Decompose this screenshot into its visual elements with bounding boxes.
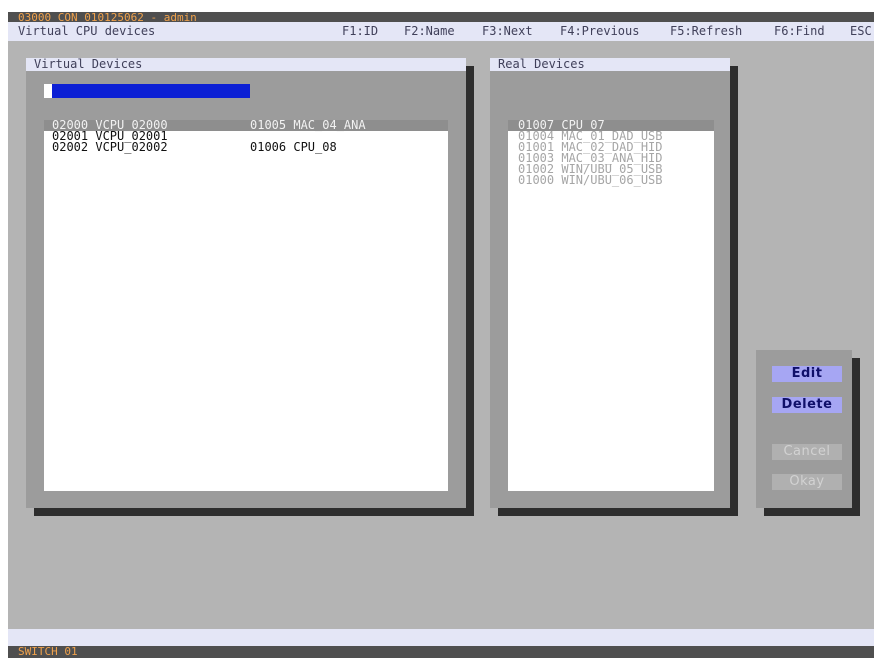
real-device-row[interactable]: 01000 WIN/UBU_06_USB [508, 173, 714, 187]
okay-button[interactable]: Okay [772, 474, 842, 490]
f1-id-key[interactable]: F1:ID [342, 22, 378, 41]
f3-next-key[interactable]: F3:Next [482, 22, 533, 41]
status-text: SWITCH 01 [18, 645, 78, 658]
cancel-button[interactable]: Cancel [772, 444, 842, 460]
f4-previous-key[interactable]: F4:Previous [560, 22, 639, 41]
screen-title: Virtual CPU devices [18, 24, 156, 38]
real-panel-title: Real Devices [490, 58, 730, 71]
virtual-device-label: 02002 VCPU_02002 [52, 140, 168, 154]
terminal-screen: 03000 CON_010125062 - admin Virtual CPU … [8, 12, 874, 658]
esc-key[interactable]: ESC [850, 22, 872, 41]
search-input[interactable] [44, 84, 250, 98]
delete-button[interactable]: Delete [772, 397, 842, 413]
assigned-device-label: 01005 MAC_04_ANA [250, 120, 366, 132]
virtual-devices-list[interactable]: 02000 VCPU_02000 01005 MAC_04_ANA 02001 … [44, 120, 448, 491]
virtual-devices-panel: Virtual Devices 02000 VCPU_02000 01005 M… [26, 58, 466, 508]
status-area [8, 629, 874, 646]
f6-find-key[interactable]: F6:Find [774, 22, 825, 41]
virtual-device-row[interactable]: 02002 VCPU_02002 01006 CPU_08 [44, 140, 448, 154]
title-bar: 03000 CON_010125062 - admin [8, 12, 874, 23]
status-bar: SWITCH 01 [8, 646, 874, 658]
f5-refresh-key[interactable]: F5:Refresh [670, 22, 742, 41]
function-key-bar: Virtual CPU devices F1:ID F2:Name F3:Nex… [8, 22, 874, 41]
virtual-panel-title: Virtual Devices [26, 58, 466, 71]
search-input-cursor-field [52, 84, 250, 98]
f2-name-key[interactable]: F2:Name [404, 22, 455, 41]
edit-button[interactable]: Edit [772, 366, 842, 382]
real-device-label: 01000 WIN/UBU_06_USB [518, 173, 663, 187]
assigned-device-label: 01006 CPU_08 [250, 140, 337, 154]
actions-panel: Edit Delete Cancel Okay [756, 350, 852, 508]
real-devices-panel: Real Devices 01007 CPU_07 01004 MAC_01_D… [490, 58, 730, 508]
real-devices-list[interactable]: 01007 CPU_07 01004 MAC_01_DAD_USB 01001 … [508, 120, 714, 491]
